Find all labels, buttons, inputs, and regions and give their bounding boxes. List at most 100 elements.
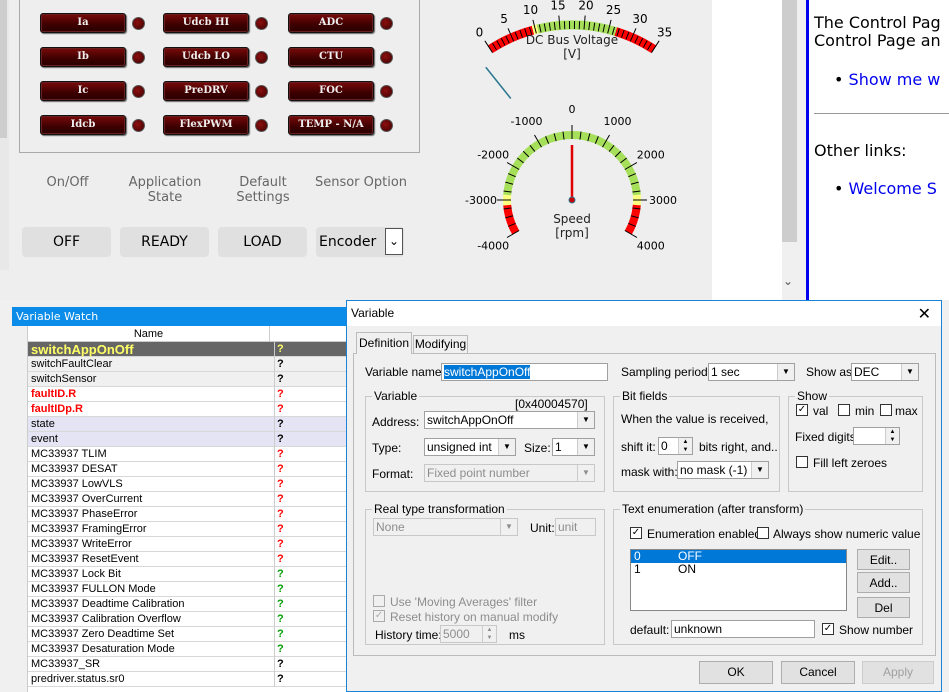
fault-button[interactable]: FOC xyxy=(288,81,374,101)
dropdown-arrow-icon[interactable]: ▼ xyxy=(577,465,594,481)
ok-button[interactable]: OK xyxy=(699,661,773,684)
fill-left-zeroes-checkbox[interactable] xyxy=(796,456,808,468)
sensor-option-select[interactable]: Encoder ⌄ xyxy=(316,227,404,257)
watch-row[interactable]: MC33937_SR? xyxy=(12,657,352,672)
watch-row[interactable]: state? xyxy=(12,417,352,432)
dropdown-arrow-icon[interactable]: ▼ xyxy=(577,412,594,428)
close-icon[interactable]: ✕ xyxy=(918,304,931,324)
fault-button[interactable]: Idcb xyxy=(40,115,126,135)
fault-button[interactable]: TEMP - N/A xyxy=(288,115,374,135)
max-checkbox[interactable] xyxy=(880,404,892,416)
watch-row[interactable]: MC33937 Lock Bit? xyxy=(12,567,352,582)
spinner-icon[interactable]: ▲ ▼ xyxy=(482,626,496,642)
reset-history-checkbox[interactable]: ✓ xyxy=(373,610,385,622)
unit-input[interactable]: unit xyxy=(555,518,596,536)
watch-row[interactable]: MC33937 ResetEvent? xyxy=(12,552,352,567)
always-numeric-checkbox[interactable] xyxy=(757,527,769,539)
edit-button[interactable]: Edit.. xyxy=(857,549,910,570)
enumeration-item[interactable]: 0 OFF xyxy=(631,550,846,563)
help-link-welcome[interactable]: Welcome S xyxy=(849,179,937,198)
spinner-icon[interactable]: ▲ ▼ xyxy=(885,428,899,444)
type-select[interactable]: unsigned int ▼ xyxy=(424,438,516,456)
watch-row[interactable]: MC33937 Deadtime Calibration? xyxy=(12,597,352,612)
fault-button[interactable]: Ic xyxy=(40,81,126,101)
chevron-down-icon[interactable]: ⌄ xyxy=(385,228,403,255)
enumeration-list[interactable]: 0 OFF 1 ON xyxy=(630,549,847,611)
fault-button[interactable]: PreDRV xyxy=(163,81,249,101)
history-time-input[interactable]: 5000 ▲ ▼ xyxy=(440,625,497,643)
watch-row[interactable]: MC33937 DESAT? xyxy=(12,462,352,477)
cancel-button[interactable]: Cancel xyxy=(781,661,855,684)
sampling-period-select[interactable]: 1 sec ▼ xyxy=(708,363,795,381)
watch-row[interactable]: predriver.status.sr0? xyxy=(12,672,352,687)
fault-button[interactable]: Ib xyxy=(40,47,126,67)
watch-row[interactable]: MC33937 LowVLS? xyxy=(12,477,352,492)
scroll-down-icon[interactable]: ⌄ xyxy=(783,274,793,288)
watch-row[interactable]: MC33937 OverCurrent? xyxy=(12,492,352,507)
watch-row[interactable]: MC33937 WriteError? xyxy=(12,537,352,552)
add-button[interactable]: Add.. xyxy=(857,572,910,593)
fault-button[interactable]: Udcb HI xyxy=(163,13,249,33)
mask-select[interactable]: no mask (-1) ▼ xyxy=(677,461,769,479)
onoff-button[interactable]: OFF xyxy=(22,227,111,257)
watch-row[interactable]: faultIDp.R? xyxy=(12,402,352,417)
dropdown-arrow-icon[interactable]: ▼ xyxy=(577,439,594,455)
watch-row[interactable]: MC33937 FramingError? xyxy=(12,522,352,537)
watch-var-value: ? xyxy=(274,642,352,657)
fault-button[interactable]: Ia xyxy=(40,13,126,33)
dropdown-arrow-icon[interactable]: ▼ xyxy=(498,439,515,455)
watch-row[interactable]: MC33937 FULLON Mode? xyxy=(12,582,352,597)
dropdown-arrow-icon[interactable]: ▼ xyxy=(500,519,517,535)
watch-row[interactable] xyxy=(12,687,352,692)
fault-button[interactable]: ADC xyxy=(288,13,374,33)
tab-modifying[interactable]: Modifying xyxy=(413,335,468,353)
show-number-checkbox[interactable]: ✓ xyxy=(822,623,834,635)
speed-tick-label: 2000 xyxy=(637,149,665,162)
tab-definition[interactable]: Definition xyxy=(356,332,412,354)
watch-row[interactable]: event? xyxy=(12,432,352,447)
watch-row[interactable]: MC33937 Calibration Overflow? xyxy=(12,612,352,627)
help-link-show-me[interactable]: Show me w xyxy=(849,70,941,89)
row-index xyxy=(12,432,28,447)
fault-button[interactable]: CTU xyxy=(288,47,374,67)
enumeration-item[interactable]: 1 ON xyxy=(631,563,846,576)
min-checkbox[interactable] xyxy=(838,404,850,416)
column-header-name[interactable]: Name xyxy=(28,326,270,342)
address-select[interactable]: switchAppOnOff ▼ xyxy=(424,411,595,429)
transform-select[interactable]: None ▼ xyxy=(373,518,518,536)
control-page-scrollbar-thumb[interactable] xyxy=(782,0,797,242)
format-select[interactable]: Fixed point number ▼ xyxy=(424,464,595,482)
enumeration-enabled-checkbox[interactable]: ✓ xyxy=(630,527,642,539)
speed-band xyxy=(624,204,641,235)
dropdown-arrow-icon[interactable]: ▼ xyxy=(751,462,768,478)
moving-averages-checkbox[interactable] xyxy=(373,595,385,607)
watch-row[interactable]: MC33937 TLIM? xyxy=(12,447,352,462)
history-time-label: History time: xyxy=(375,628,442,642)
watch-row[interactable]: MC33937 Zero Deadtime Set? xyxy=(12,627,352,642)
dropdown-arrow-icon[interactable]: ▼ xyxy=(777,364,794,380)
fault-button[interactable]: Udcb LO xyxy=(163,47,249,67)
app-state-button[interactable]: READY xyxy=(120,227,209,257)
watch-row[interactable]: MC33937 Desaturation Mode? xyxy=(12,642,352,657)
del-button[interactable]: Del xyxy=(857,597,910,618)
default-input[interactable]: unknown xyxy=(671,620,815,638)
format-label: Format: xyxy=(372,467,414,481)
shift-input[interactable]: 0 ▲ ▼ xyxy=(658,437,693,455)
watch-row[interactable]: switchSensor? xyxy=(12,372,352,387)
watch-row[interactable]: switchAppOnOff? xyxy=(12,342,352,357)
watch-row[interactable]: faultID.R? xyxy=(12,387,352,402)
watch-row[interactable]: MC33937 PhaseError? xyxy=(12,507,352,522)
size-select[interactable]: 1 ▼ xyxy=(552,438,595,456)
watch-row[interactable]: switchFaultClear? xyxy=(12,357,352,372)
fixed-digits-input[interactable]: ▲ ▼ xyxy=(853,427,900,445)
load-defaults-button[interactable]: LOAD xyxy=(218,227,307,257)
left-scrollbar-thumb[interactable] xyxy=(0,0,7,138)
variable-name-input[interactable]: switchAppOnOff xyxy=(441,363,608,381)
show-as-select[interactable]: DEC ▼ xyxy=(851,363,919,381)
dropdown-arrow-icon[interactable]: ▼ xyxy=(901,364,918,380)
reset-history-label: Reset history on manual modify xyxy=(390,610,559,624)
spinner-icon[interactable]: ▲ ▼ xyxy=(678,438,692,454)
fault-button[interactable]: FlexPWM xyxy=(163,115,249,135)
apply-button[interactable]: Apply xyxy=(862,661,934,684)
val-checkbox[interactable]: ✓ xyxy=(796,404,808,416)
